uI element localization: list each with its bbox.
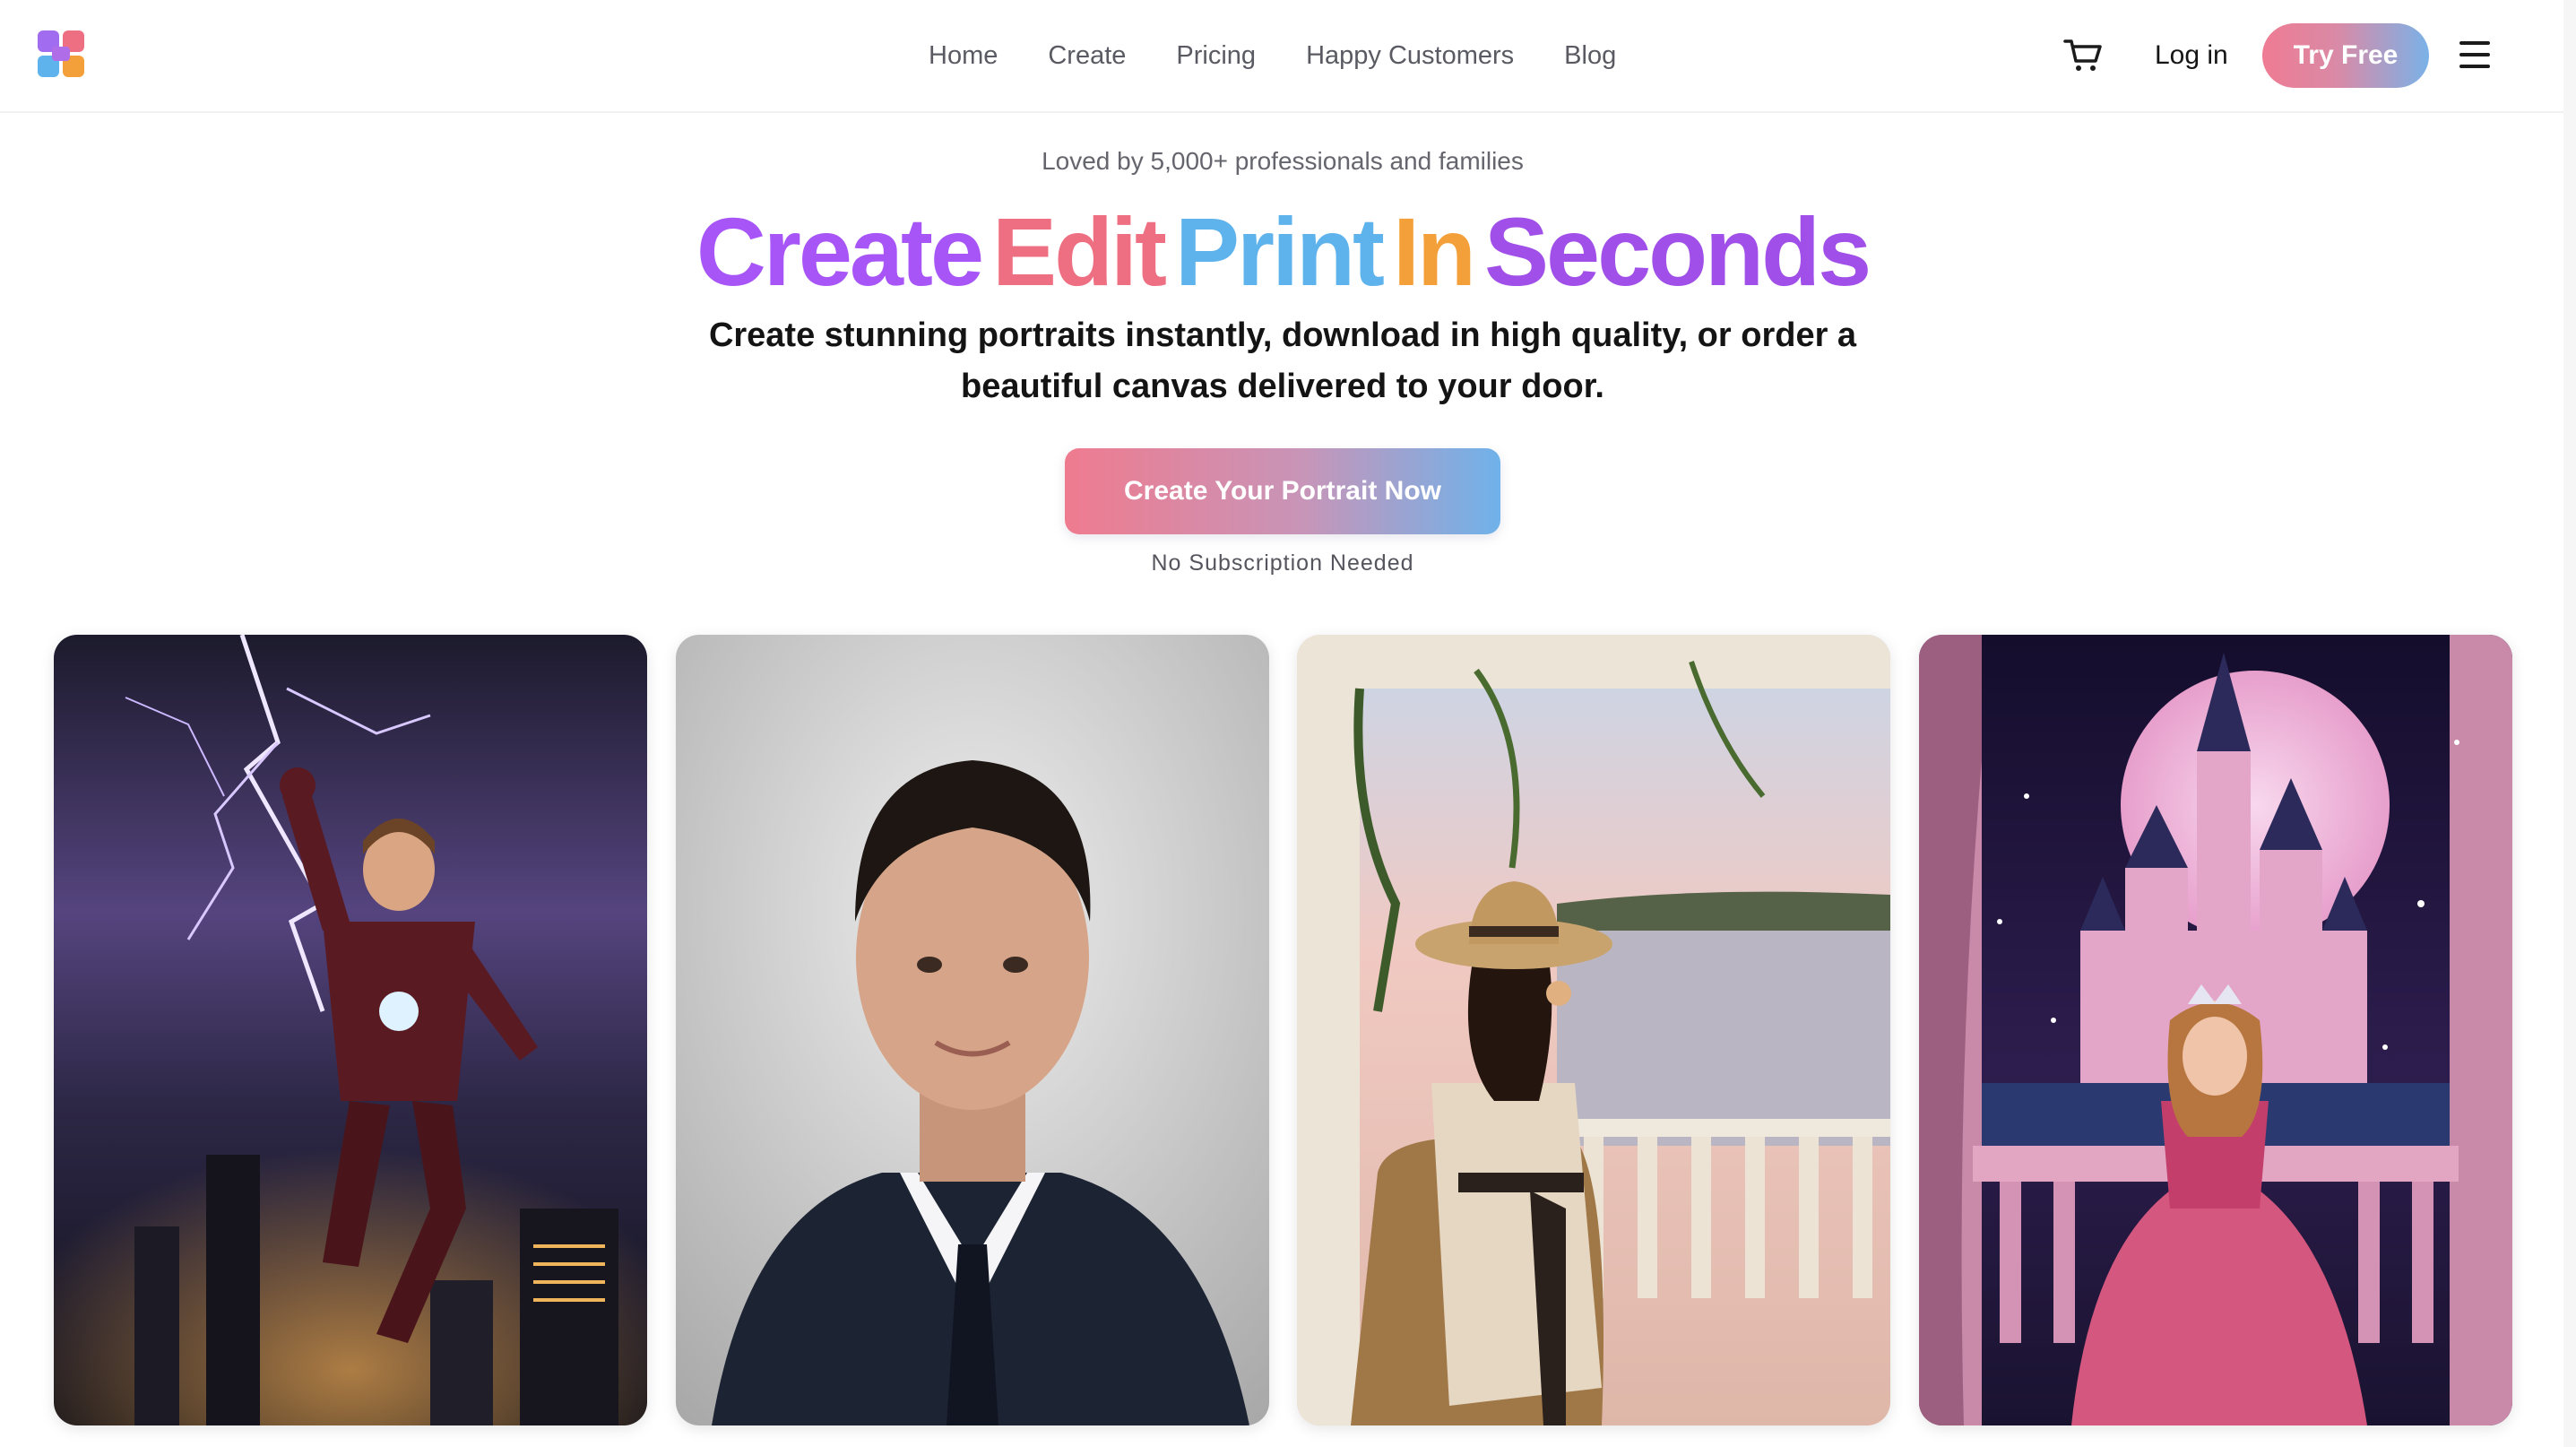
nav-link-home[interactable]: Home [929, 41, 998, 71]
login-link[interactable]: Log in [2155, 0, 2228, 111]
gallery-card-princess[interactable] [1919, 635, 2512, 1425]
gallery-card-woman-porch[interactable] [1297, 635, 1890, 1425]
headline-word-create: Create [696, 197, 984, 306]
main-nav: Home Create Pricing Happy Customers Blog [929, 0, 1616, 111]
gallery-card-business-headshot[interactable] [676, 635, 1269, 1425]
headline-word-seconds: Seconds [1484, 197, 1871, 306]
hero-headline: Create Edit Print In Seconds [0, 194, 2565, 310]
cart-icon[interactable] [2063, 38, 2103, 74]
hero-subtext: Create stunning portraits instantly, dow… [708, 316, 1857, 405]
business-headshot-image [676, 635, 1269, 1425]
nav-link-blog[interactable]: Blog [1564, 41, 1616, 71]
nav-link-happy-customers[interactable]: Happy Customers [1306, 41, 1514, 71]
no-subscription-note: No Subscription Needed [1151, 550, 1414, 576]
nav-link-pricing[interactable]: Pricing [1176, 41, 1256, 71]
gallery-card-superhero-boy[interactable] [54, 635, 647, 1425]
try-free-button[interactable]: Try Free [2262, 23, 2429, 88]
menu-icon[interactable] [2459, 41, 2492, 70]
scrollbar-track[interactable] [2563, 0, 2576, 1447]
nav-link-create[interactable]: Create [1048, 41, 1126, 71]
top-navigation: Home Create Pricing Happy Customers Blog… [0, 0, 2576, 113]
headline-word-print: Print [1175, 197, 1385, 306]
superhero-boy-image [54, 635, 647, 1425]
headline-word-edit: Edit [992, 197, 1167, 306]
princess-castle-image [1919, 635, 2512, 1425]
brand-logo[interactable] [36, 29, 86, 79]
woman-porch-image [1297, 635, 1890, 1425]
create-portrait-button[interactable]: Create Your Portrait Now [1065, 448, 1500, 534]
headline-word-in: In [1393, 197, 1476, 306]
social-proof-text: Loved by 5,000+ professionals and famili… [1042, 147, 1524, 175]
